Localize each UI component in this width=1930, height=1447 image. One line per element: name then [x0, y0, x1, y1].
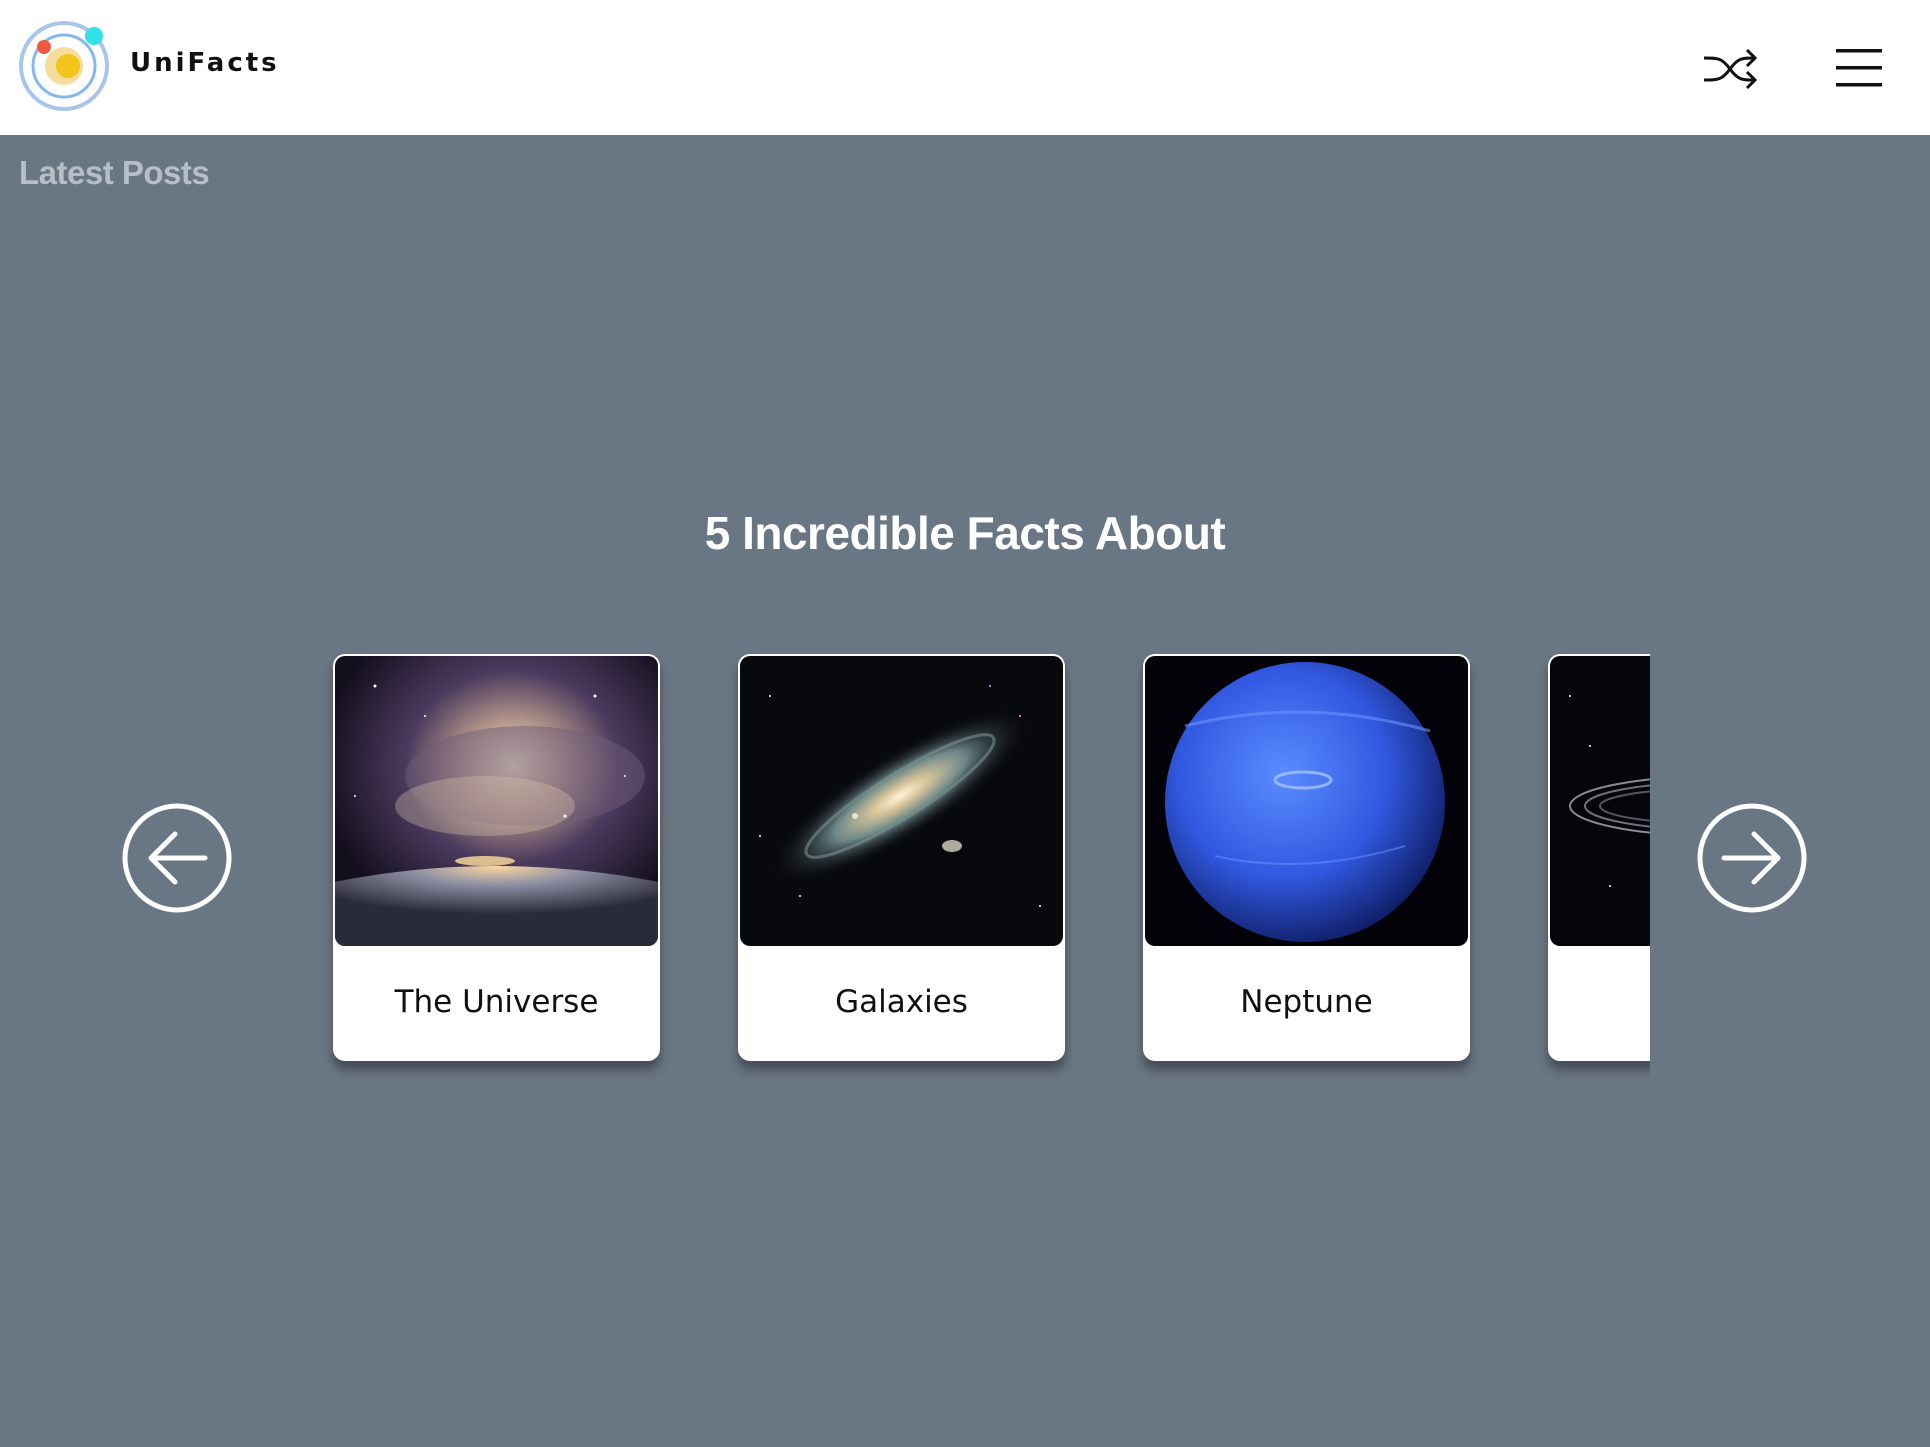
card-title: Galaxies [835, 984, 968, 1020]
page-heading: 5 Incredible Facts About [704, 507, 1226, 559]
section-label: Latest Posts [19, 154, 210, 191]
neptune-planet-image [1145, 656, 1468, 946]
nebula-over-earth-image [335, 656, 658, 946]
arrow-right-circle-icon[interactable] [1696, 802, 1808, 914]
carousel-card-galaxies[interactable]: Galaxies [738, 654, 1065, 1061]
card-title: The Universe [394, 984, 599, 1020]
arrow-left-circle-icon[interactable] [121, 802, 233, 914]
top-header: UniFacts [0, 0, 1930, 135]
spiral-galaxy-image [740, 656, 1063, 946]
brand-name[interactable]: UniFacts [130, 48, 280, 78]
orbit-logo-icon[interactable] [18, 20, 110, 112]
carousel-track: The Universe Galaxies Neptune [320, 640, 1650, 1100]
carousel-card-partial[interactable] [1548, 654, 1650, 1061]
card-title: Neptune [1240, 984, 1373, 1020]
carousel-card-neptune[interactable]: Neptune [1143, 654, 1470, 1061]
ringed-planet-image [1550, 656, 1650, 946]
hamburger-menu-icon[interactable] [1834, 46, 1884, 90]
carousel-card-universe[interactable]: The Universe [333, 654, 660, 1061]
shuffle-icon[interactable] [1700, 44, 1760, 94]
